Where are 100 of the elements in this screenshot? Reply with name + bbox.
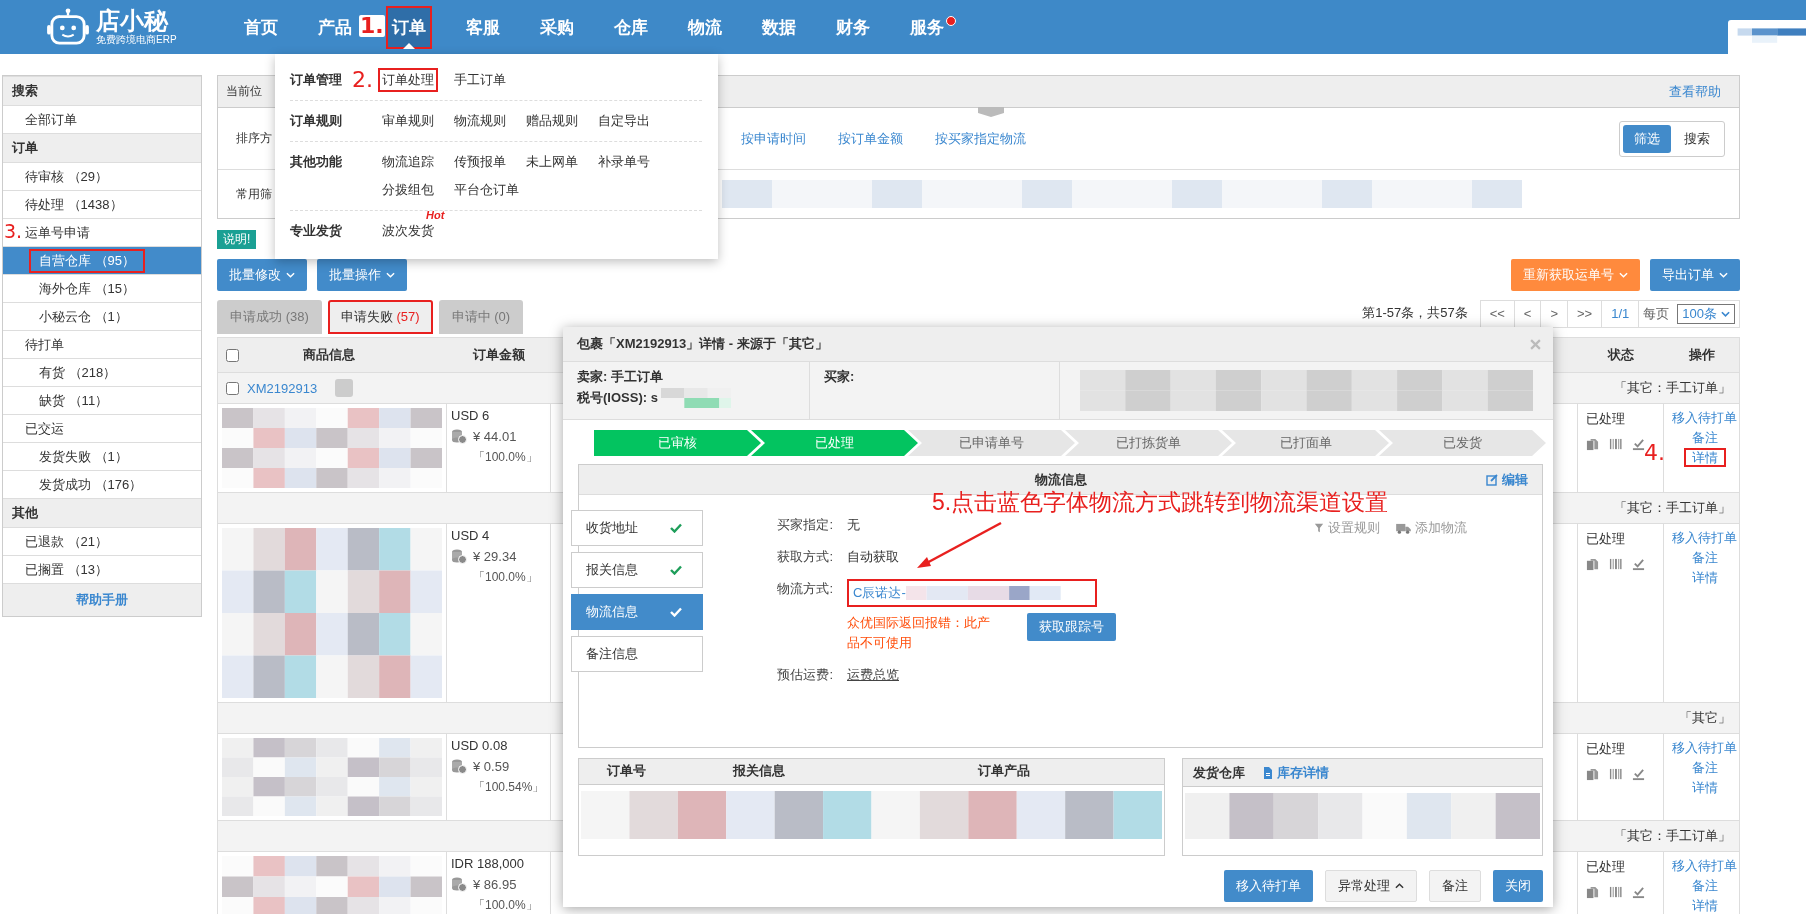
row-action-link[interactable]: 详情 (1683, 568, 1726, 587)
sidebar-item[interactable]: 缺货 （11） (29, 388, 119, 413)
check-icon[interactable] (1632, 886, 1645, 899)
row-action-link[interactable]: 详情 (1683, 778, 1726, 797)
mode-button[interactable]: 筛选 (1623, 124, 1671, 153)
documents-icon[interactable] (1586, 768, 1599, 781)
help-link[interactable]: 查看帮助 (1669, 82, 1721, 101)
per-page-select[interactable]: 100条 (1677, 304, 1735, 324)
edit-link[interactable]: 编辑 (1486, 470, 1528, 489)
shipping-cost-link[interactable]: 运费总览 (847, 667, 899, 682)
documents-icon[interactable] (1586, 438, 1599, 451)
check-icon[interactable] (1632, 558, 1645, 571)
nav-item[interactable]: 订单 (386, 5, 432, 49)
row-action-link[interactable]: 备注 (1683, 876, 1726, 895)
nav-item[interactable]: 服务 (904, 5, 950, 49)
row-action-link[interactable]: 移入待打单 (1664, 408, 1745, 427)
dialog-button[interactable]: 异常处理 (1325, 870, 1417, 902)
nav-item[interactable]: 数据 (756, 5, 802, 49)
row-action-link[interactable]: 详情 (1683, 896, 1726, 914)
sort-option[interactable]: 按申请时间 (741, 129, 806, 148)
documents-icon[interactable] (1586, 886, 1599, 899)
dialog-button[interactable]: 移入待打单 (1224, 870, 1313, 902)
check-icon[interactable] (1632, 438, 1645, 451)
section-tab[interactable]: 收货地址 (571, 510, 703, 546)
nav-item[interactable]: 物流 (682, 5, 728, 49)
sort-option[interactable]: 按订单金额 (838, 129, 903, 148)
section-tab[interactable]: 报关信息 (571, 552, 703, 588)
barcode-icon[interactable] (1609, 438, 1622, 451)
tool-link[interactable]: 添加物流 (1396, 519, 1467, 537)
row-action-link[interactable]: 移入待打单 (1664, 528, 1745, 547)
nav-item[interactable]: 仓库 (608, 5, 654, 49)
menu-item[interactable]: 平台仓订单 (450, 178, 523, 202)
collapse-handle[interactable] (978, 107, 1004, 117)
barcode-icon[interactable] (1609, 558, 1622, 571)
menu-item[interactable]: 自定导出 (594, 109, 654, 133)
menu-item[interactable]: 波次发货 (378, 219, 438, 243)
mode-button[interactable]: 搜索 (1673, 124, 1721, 153)
menu-item[interactable]: 手工订单 (450, 68, 510, 92)
sidebar-item[interactable]: 发货失败 （1） (29, 444, 138, 469)
select-all-checkbox[interactable] (226, 348, 239, 362)
column-header: 操作 (1688, 346, 1715, 364)
action-button[interactable]: 导出订单 (1650, 259, 1740, 291)
sidebar-item[interactable]: 已退款 （21） (23, 529, 119, 554)
menu-item[interactable]: 物流规则 (450, 109, 510, 133)
sidebar-item[interactable]: 自营仓库 （95） (29, 248, 146, 273)
row-action-link[interactable]: 详情 (1683, 448, 1726, 467)
status-tab[interactable]: 申请成功 (38) (217, 300, 322, 334)
sidebar-item[interactable]: 运单号申请 (23, 220, 100, 245)
menu-item[interactable]: 审单规则 (378, 109, 438, 133)
status-tab[interactable]: 申请中 (0) (438, 300, 523, 334)
sidebar-item[interactable]: 待打单 (23, 332, 74, 357)
account-tab[interactable] (1728, 20, 1806, 54)
sidebar-item[interactable]: 小秘云仓 （1） (29, 304, 138, 329)
sidebar-item[interactable]: 已交运 (23, 416, 74, 441)
sort-option[interactable]: 按买家指定物流 (935, 129, 1026, 148)
row-action-link[interactable]: 移入待打单 (1664, 738, 1745, 757)
menu-item[interactable]: 赠品规则 (522, 109, 582, 133)
nav-item[interactable]: 采购 (534, 5, 580, 49)
sidebar-item[interactable]: 待审核 （29） (23, 164, 119, 189)
menu-item[interactable]: 物流追踪 (378, 150, 438, 174)
status-tab[interactable]: 申请失败 (57) (327, 300, 433, 334)
dialog-button[interactable]: 关闭 (1493, 870, 1543, 902)
logistics-method-link[interactable]: C辰诺达- (847, 579, 1097, 607)
page-button[interactable]: >> (1568, 301, 1603, 327)
menu-item[interactable]: 传预报单 (450, 150, 510, 174)
action-button[interactable]: 重新获取运单号 (1511, 259, 1640, 291)
section-tab[interactable]: 物流信息 (571, 594, 703, 630)
menu-item[interactable]: 未上网单 (522, 150, 582, 174)
barcode-icon[interactable] (1609, 768, 1622, 781)
sidebar-item[interactable]: 全部订单 (23, 107, 87, 132)
nav-item[interactable]: 首页 (238, 5, 284, 49)
sidebar-item[interactable]: 有货 （218） (29, 360, 127, 385)
nav-item[interactable]: 财务 (830, 5, 876, 49)
menu-item[interactable]: 补录单号 (594, 150, 654, 174)
row-action-link[interactable]: 备注 (1683, 428, 1726, 447)
dialog-button[interactable]: 备注 (1429, 870, 1481, 902)
order-number-link[interactable]: XM2192913 (247, 380, 318, 396)
documents-icon[interactable] (1586, 558, 1599, 571)
get-tracking-button[interactable]: 获取跟踪号 (1027, 613, 1116, 641)
sidebar-item[interactable]: 海外仓库 （15） (29, 276, 146, 301)
row-action-link[interactable]: 备注 (1683, 758, 1726, 777)
bulk-action-button[interactable]: 批量操作 (317, 259, 407, 291)
row-checkbox[interactable] (226, 381, 239, 395)
section-tab[interactable]: 备注信息 (571, 636, 703, 672)
help-link[interactable]: 帮助手册 (3, 583, 201, 616)
barcode-icon[interactable] (1609, 886, 1622, 899)
bulk-action-button[interactable]: 批量修改 (217, 259, 307, 291)
menu-item[interactable]: 订单处理 (378, 68, 438, 92)
row-action-link[interactable]: 移入待打单 (1664, 856, 1745, 875)
sidebar-item[interactable]: 已搁置 （13） (23, 557, 119, 582)
check-icon[interactable] (1632, 768, 1645, 781)
tool-link[interactable]: 设置规则 (1314, 519, 1380, 537)
nav-item[interactable]: 产品 (312, 5, 358, 49)
sidebar-item[interactable]: 待处理 （1438） (23, 192, 133, 217)
order-source: 「其它：手工订单」 (1614, 827, 1731, 845)
row-action-link[interactable]: 备注 (1683, 548, 1726, 567)
sidebar-item[interactable]: 发货成功 （176） (29, 472, 153, 497)
nav-item[interactable]: 客服 (460, 5, 506, 49)
menu-item[interactable]: 分拨组包 (378, 178, 438, 202)
stock-details-link[interactable]: 库存详情 (1263, 763, 1329, 782)
